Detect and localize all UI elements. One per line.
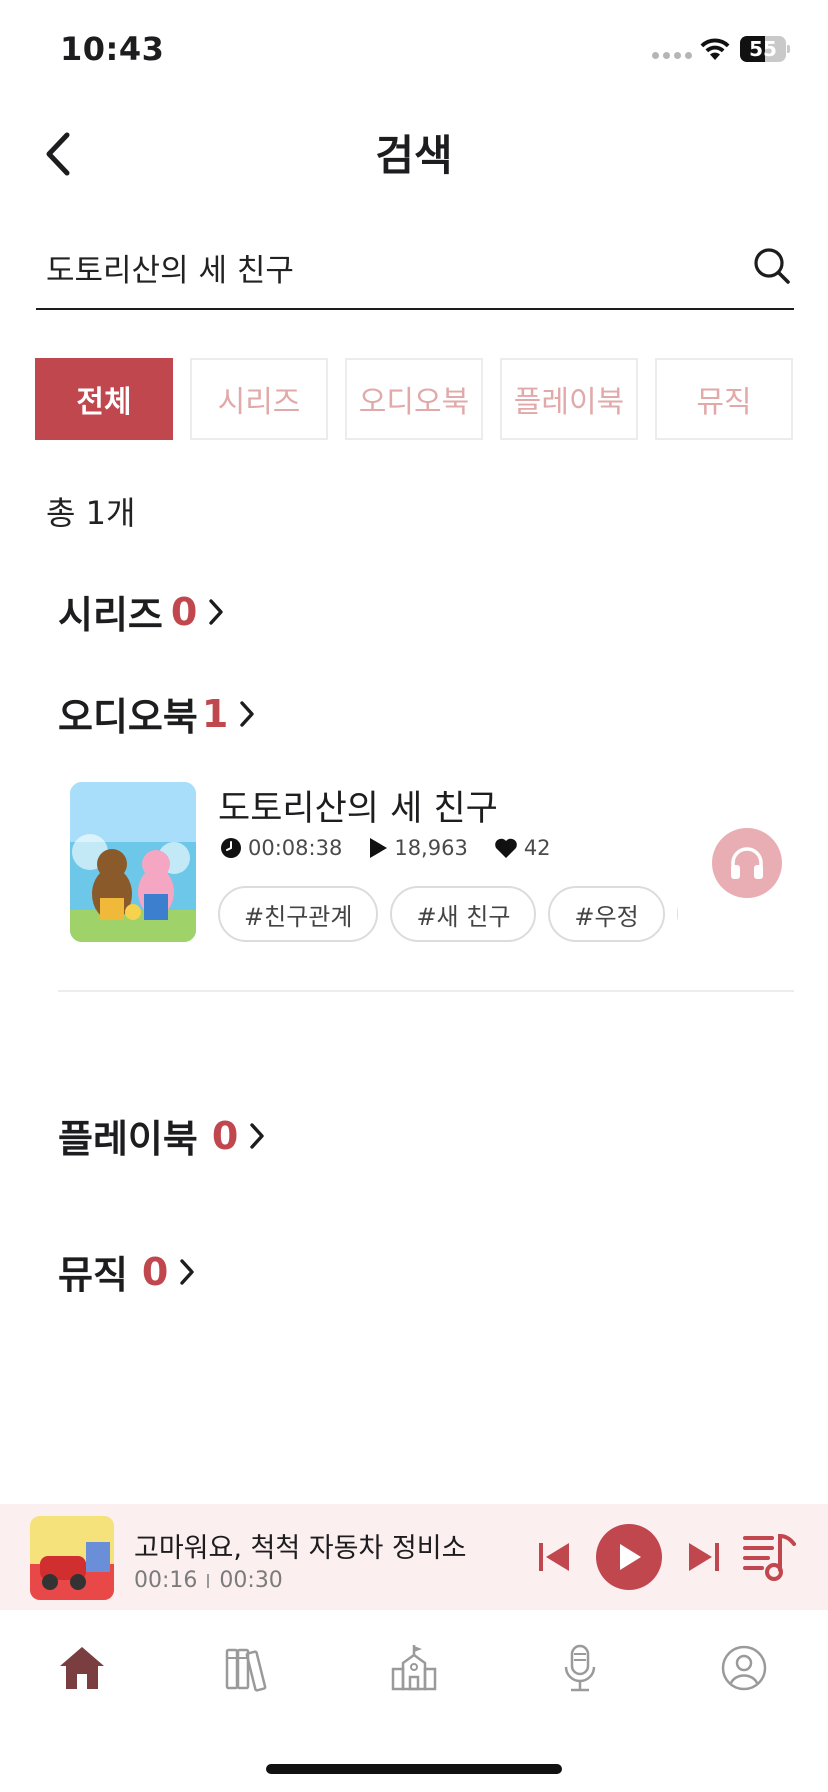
chevron-right-icon [180,1258,195,1285]
tag-chip[interactable]: #친구관계 [218,886,379,942]
tab-all[interactable]: 전체 [35,358,173,440]
audiobook-cover[interactable] [70,782,196,942]
category-tabs: 전체 시리즈 오디오북 플레이북 뮤직 [35,358,793,440]
now-playing-artwork [30,1516,114,1600]
page-title: 검색 [375,131,453,180]
section-audiobook-header[interactable]: 오디오북 1 [58,686,258,741]
heart-icon [495,838,517,858]
section-title: 플레이북 [58,1117,198,1161]
headphones-icon [731,847,763,879]
nav-school[interactable] [386,1640,442,1696]
audiobook-list-item[interactable]: 도토리산의 세 친구 00:08:38 18,963 42 #친구관계 #새 친… [58,770,794,990]
home-icon [60,1647,104,1689]
chevron-right-icon [209,598,224,625]
library-icon [225,1648,267,1692]
tab-playbook[interactable]: 플레이북 [500,358,638,440]
like-count: 42 [494,836,551,860]
battery-icon: 55 [740,36,790,62]
nav-home[interactable] [54,1640,110,1696]
tag-chip[interactable]: # [676,886,678,942]
school-icon [391,1645,437,1691]
section-title: 시리즈 [58,593,163,637]
battery-level: 55 [749,37,777,61]
section-title: 뮤직 [58,1253,128,1297]
section-count: 0 [141,1249,169,1294]
tab-audiobook[interactable]: 오디오북 [345,358,483,440]
search-icon[interactable] [752,246,792,286]
play-icon [620,1544,641,1570]
section-playbook-header[interactable]: 플레이북 0 [58,1108,268,1163]
section-count: 1 [201,691,229,736]
search-screen: 10:43 55 검색 전체 시리즈 오디오북 플레이북 [0,0,828,1792]
search-input[interactable] [46,236,726,298]
section-count: 0 [170,589,198,634]
tag-chip[interactable]: #우정 [548,886,665,942]
audiobook-meta: 00:08:38 18,963 42 [220,836,577,860]
duration-value: 00:08:38 [248,836,343,860]
audiobook-title[interactable]: 도토리산의 세 친구 [218,780,498,831]
status-bar: 10:43 55 [0,0,828,100]
clock-icon [221,838,241,858]
result-count: 총 1개 [46,494,136,532]
wifi-icon [700,38,730,60]
play-count-icon [370,838,388,858]
cover-illustration [70,782,196,942]
play-count: 18,963 [368,836,468,860]
section-music-header[interactable]: 뮤직 0 [58,1244,198,1299]
divider [58,990,794,992]
section-title: 오디오북 [58,695,198,739]
nav-microphone[interactable] [552,1640,608,1696]
profile-icon [721,1645,767,1691]
home-indicator [266,1764,562,1774]
nav-profile[interactable] [716,1640,772,1696]
search-field [36,236,794,310]
listen-button[interactable] [712,828,782,898]
bottom-tab-bar [0,1610,828,1720]
like-count-value: 42 [523,836,551,860]
now-playing-time: 00:16 00:30 [134,1568,283,1593]
section-count: 0 [211,1113,239,1158]
section-series-header[interactable]: 시리즈 0 [58,584,227,639]
nav-library[interactable] [220,1640,276,1696]
cellular-signal-icon [652,52,692,59]
chevron-right-icon [250,1122,264,1149]
now-playing-title: 고마워요, 척척 자동차 정비소 [134,1533,467,1564]
tag-list: #친구관계 #새 친구 #우정 # [218,886,678,946]
tab-series[interactable]: 시리즈 [190,358,328,440]
playlist-icon[interactable] [742,1530,798,1584]
microphone-icon [564,1644,596,1692]
play-count-value: 18,963 [394,836,468,860]
next-track-icon[interactable] [686,1538,722,1576]
mini-player[interactable]: 고마워요, 척척 자동차 정비소 00:16 00:30 [0,1504,828,1610]
previous-track-icon[interactable] [536,1538,572,1576]
play-button[interactable] [596,1524,662,1590]
status-time: 10:43 [60,30,165,68]
tag-chip[interactable]: #새 친구 [390,886,537,942]
total-time: 00:30 [219,1568,283,1593]
current-time: 00:16 [134,1568,198,1593]
chevron-right-icon [240,700,254,727]
now-playing-cover[interactable] [30,1516,114,1600]
tab-music[interactable]: 뮤직 [655,358,793,440]
duration: 00:08:38 [220,836,342,860]
